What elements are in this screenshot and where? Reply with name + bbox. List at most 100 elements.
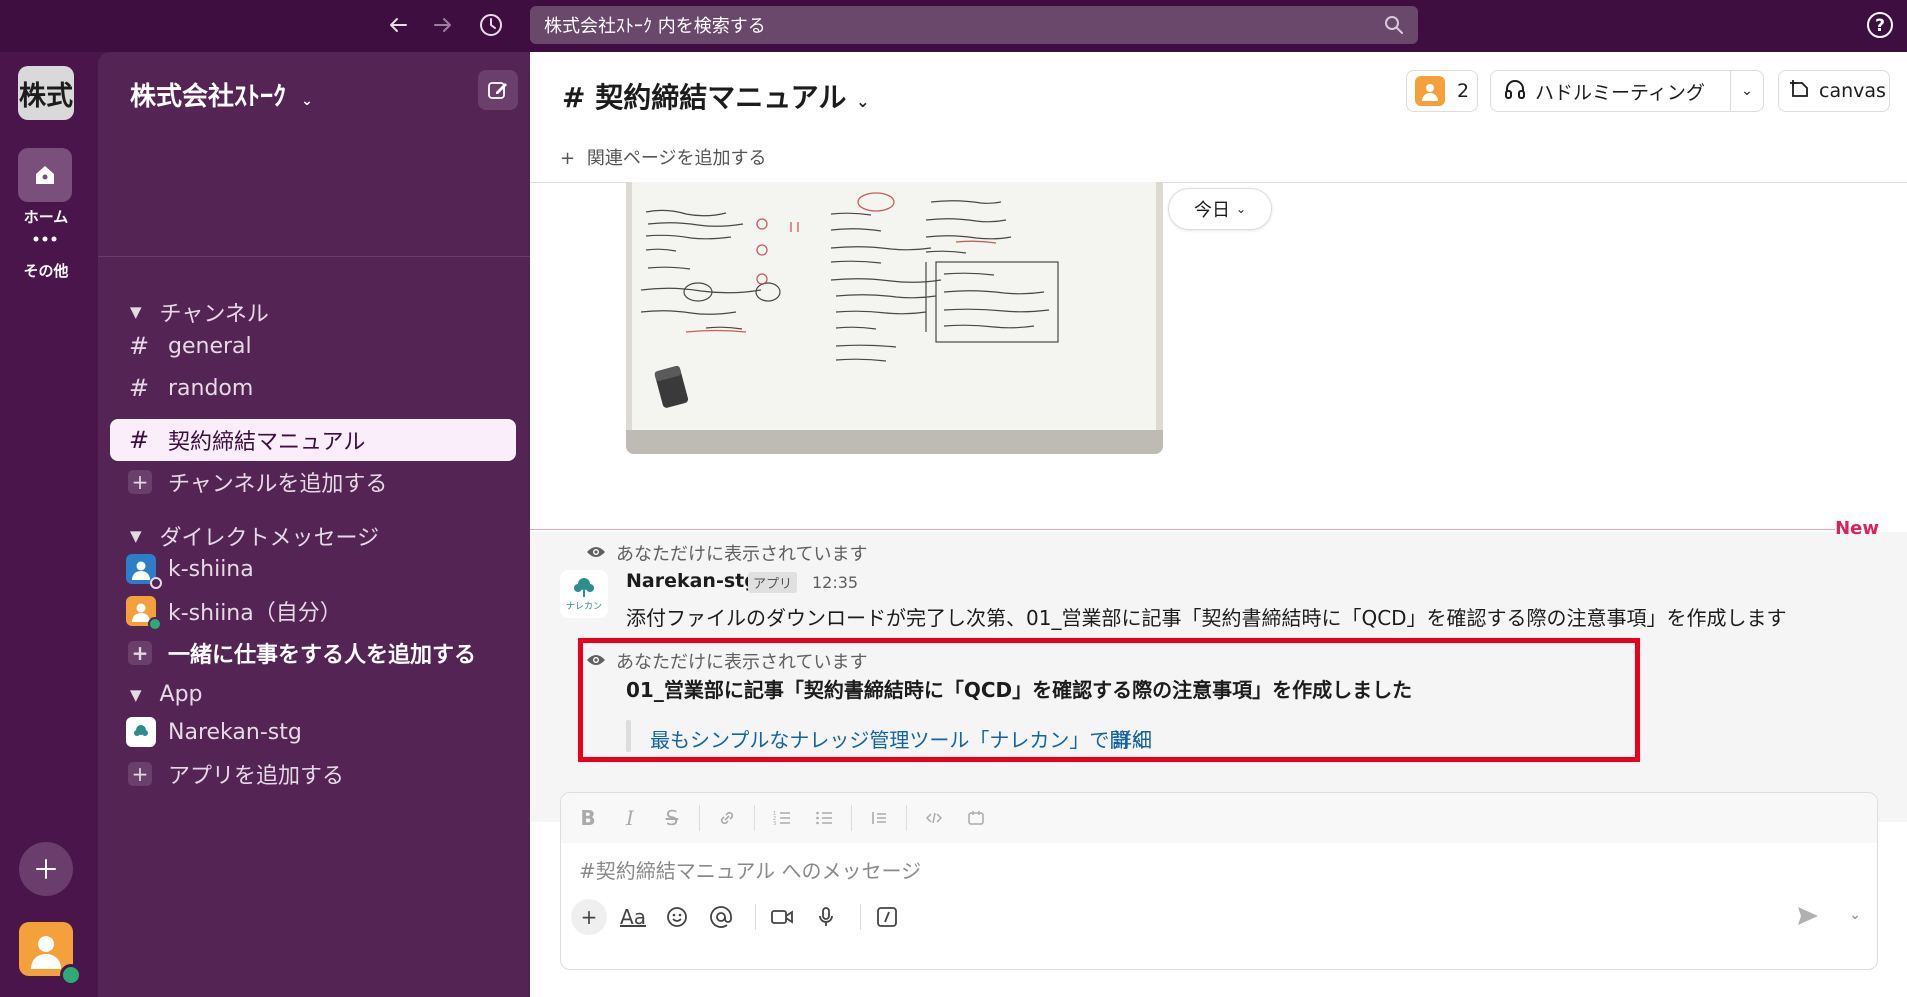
- add-coworker-button[interactable]: + 一緒に仕事をする人を追加する: [110, 632, 516, 674]
- italic-icon[interactable]: I: [615, 803, 645, 833]
- send-icon[interactable]: [1795, 903, 1827, 935]
- add-coworker-label: 一緒に仕事をする人を追加する: [168, 643, 477, 668]
- rail-more[interactable]: その他: [0, 212, 92, 281]
- back-arrow-icon[interactable]: [383, 10, 413, 40]
- new-messages-label: New: [1835, 518, 1879, 539]
- emoji-icon[interactable]: [659, 899, 695, 935]
- dm-label: k-shiina（自分）: [168, 601, 342, 626]
- member-avatar-icon: [1415, 76, 1445, 106]
- sidebar-item-app-narekan[interactable]: Narekan-stg: [110, 711, 516, 753]
- members-button[interactable]: 2: [1406, 70, 1478, 112]
- ephemeral-note-text: あなただけに表示されています: [616, 652, 868, 673]
- whiteboard-image-attachment[interactable]: [626, 182, 1163, 454]
- strikethrough-icon[interactable]: S: [657, 803, 687, 833]
- svg-text:3: 3: [773, 821, 776, 827]
- headphones-icon: [1503, 77, 1527, 106]
- send-options-chevron-icon[interactable]: ⌄: [1849, 907, 1861, 923]
- workspace-switcher[interactable]: 株式: [18, 66, 74, 120]
- message-input-placeholder[interactable]: #契約締結マニュアル へのメッセージ: [579, 855, 921, 884]
- canvas-label: canvas: [1819, 80, 1886, 102]
- huddle-button[interactable]: ハドルミーティング ⌄: [1490, 70, 1764, 112]
- mention-icon[interactable]: [703, 899, 739, 935]
- link-icon[interactable]: [712, 803, 742, 833]
- date-divider-pill[interactable]: 今日 ⌄: [1168, 188, 1272, 230]
- huddle-options-chevron-icon[interactable]: ⌄: [1730, 71, 1763, 111]
- formatting-toolbar: B I S 123: [561, 793, 1877, 843]
- sidebar-item-contract-manual[interactable]: # 契約締結マニュアル: [110, 419, 516, 461]
- date-label: 今日: [1193, 200, 1230, 221]
- workspace-name-button[interactable]: 株式会社ｽﾄｰｸ ⌄: [130, 76, 313, 113]
- home-icon: [18, 148, 72, 202]
- app-header-label: App: [159, 682, 203, 707]
- caret-down-icon: ▼: [130, 303, 142, 321]
- hash-icon: #: [562, 81, 586, 114]
- microphone-icon[interactable]: [808, 899, 844, 935]
- sidebar-item-dm-k-shiina[interactable]: k-shiina: [110, 548, 516, 590]
- away-status-dot: [150, 577, 162, 589]
- eye-icon: [586, 543, 606, 564]
- hash-icon: #: [128, 374, 150, 402]
- ordered-list-icon[interactable]: 123: [767, 803, 797, 833]
- narekan-logo-icon: [574, 578, 594, 597]
- hash-icon: #: [128, 426, 150, 454]
- forward-arrow-icon[interactable]: [428, 10, 458, 40]
- caret-down-icon: ▼: [130, 527, 142, 545]
- message-composer[interactable]: B I S 123 #契約締結マニュアル へのメッセージ + Aa ⌄: [560, 792, 1878, 970]
- person-icon: [132, 561, 150, 580]
- more-label: その他: [23, 262, 69, 280]
- help-icon[interactable]: ?: [1865, 10, 1895, 40]
- bullet-list-icon[interactable]: [809, 803, 839, 833]
- plus-icon: +: [560, 148, 576, 169]
- chevron-down-icon: ⌄: [856, 92, 870, 111]
- eye-icon: [586, 651, 606, 672]
- compose-button[interactable]: [478, 70, 518, 110]
- details-link[interactable]: 詳細: [1112, 724, 1152, 753]
- add-related-page-button[interactable]: + 関連ページを追加する: [560, 144, 766, 170]
- workspace-name: 株式会社ｽﾄｰｸ: [130, 82, 287, 112]
- online-status-dot: [60, 964, 82, 986]
- add-related-label: 関連ページを追加する: [586, 148, 767, 169]
- caret-down-icon: ▼: [130, 685, 142, 704]
- add-app-button[interactable]: + アプリを追加する: [110, 753, 516, 795]
- code-block-icon[interactable]: [961, 803, 991, 833]
- hash-icon: #: [128, 332, 150, 360]
- plus-icon: +: [128, 470, 152, 494]
- channel-sidebar: 株式会社ｽﾄｰｸ ⌄ ▼ チャンネル # general # random # …: [98, 52, 530, 997]
- composer-actions: + Aa: [571, 897, 913, 937]
- message-sender-name[interactable]: Narekan-stg: [626, 570, 758, 592]
- sidebar-item-general[interactable]: # general: [110, 325, 516, 367]
- channel-title-button[interactable]: # 契約締結マニュアル ⌄: [562, 76, 870, 116]
- add-channel-button[interactable]: + チャンネルを追加する: [110, 461, 516, 503]
- channel-label: 契約締結マニュアル: [168, 430, 366, 455]
- text-format-button[interactable]: Aa: [615, 899, 651, 935]
- app-badge: アプリ: [748, 572, 798, 593]
- video-clip-icon[interactable]: [764, 899, 800, 935]
- history-clock-icon[interactable]: [476, 10, 506, 40]
- channels-header-label: チャンネル: [159, 302, 269, 327]
- channels-section-header[interactable]: ▼ チャンネル: [130, 296, 269, 328]
- message-text: 添付ファイルのダウンロードが完了し次第、01_営業部に記事「契約書締結時に「QC…: [626, 606, 1787, 630]
- sidebar-item-dm-self[interactable]: k-shiina（自分）: [110, 590, 516, 632]
- message-timestamp[interactable]: 12:35: [812, 573, 858, 592]
- attachment-quote-bar: [626, 720, 631, 752]
- app-avatar-text: ナレカン: [565, 602, 602, 612]
- bold-icon[interactable]: B: [573, 803, 603, 833]
- app-avatar[interactable]: ナレカン: [560, 570, 608, 618]
- add-workspace-button[interactable]: [19, 842, 73, 896]
- chevron-down-icon: ⌄: [301, 93, 313, 109]
- narekan-app-icon: [126, 717, 156, 747]
- channel-title: 契約締結マニュアル: [595, 81, 847, 114]
- canvas-button[interactable]: canvas: [1778, 70, 1890, 112]
- attach-plus-icon[interactable]: +: [571, 899, 607, 935]
- app-section-header[interactable]: ▼ App: [130, 682, 203, 707]
- search-icon: [1384, 15, 1404, 40]
- chevron-down-icon: ⌄: [1235, 202, 1247, 216]
- dm-label: k-shiina: [168, 556, 254, 582]
- code-icon[interactable]: [919, 803, 949, 833]
- blockquote-icon[interactable]: [864, 803, 894, 833]
- search-input[interactable]: 株式会社ｽﾄｰｸ 内を検索する: [530, 6, 1418, 44]
- slash-command-icon[interactable]: [869, 899, 905, 935]
- plus-icon: [36, 859, 56, 879]
- open-in-narekan-link[interactable]: 最もシンプルなナレッジ管理ツール「ナレカン」で開く: [650, 724, 1149, 753]
- sidebar-item-random[interactable]: # random: [110, 367, 516, 409]
